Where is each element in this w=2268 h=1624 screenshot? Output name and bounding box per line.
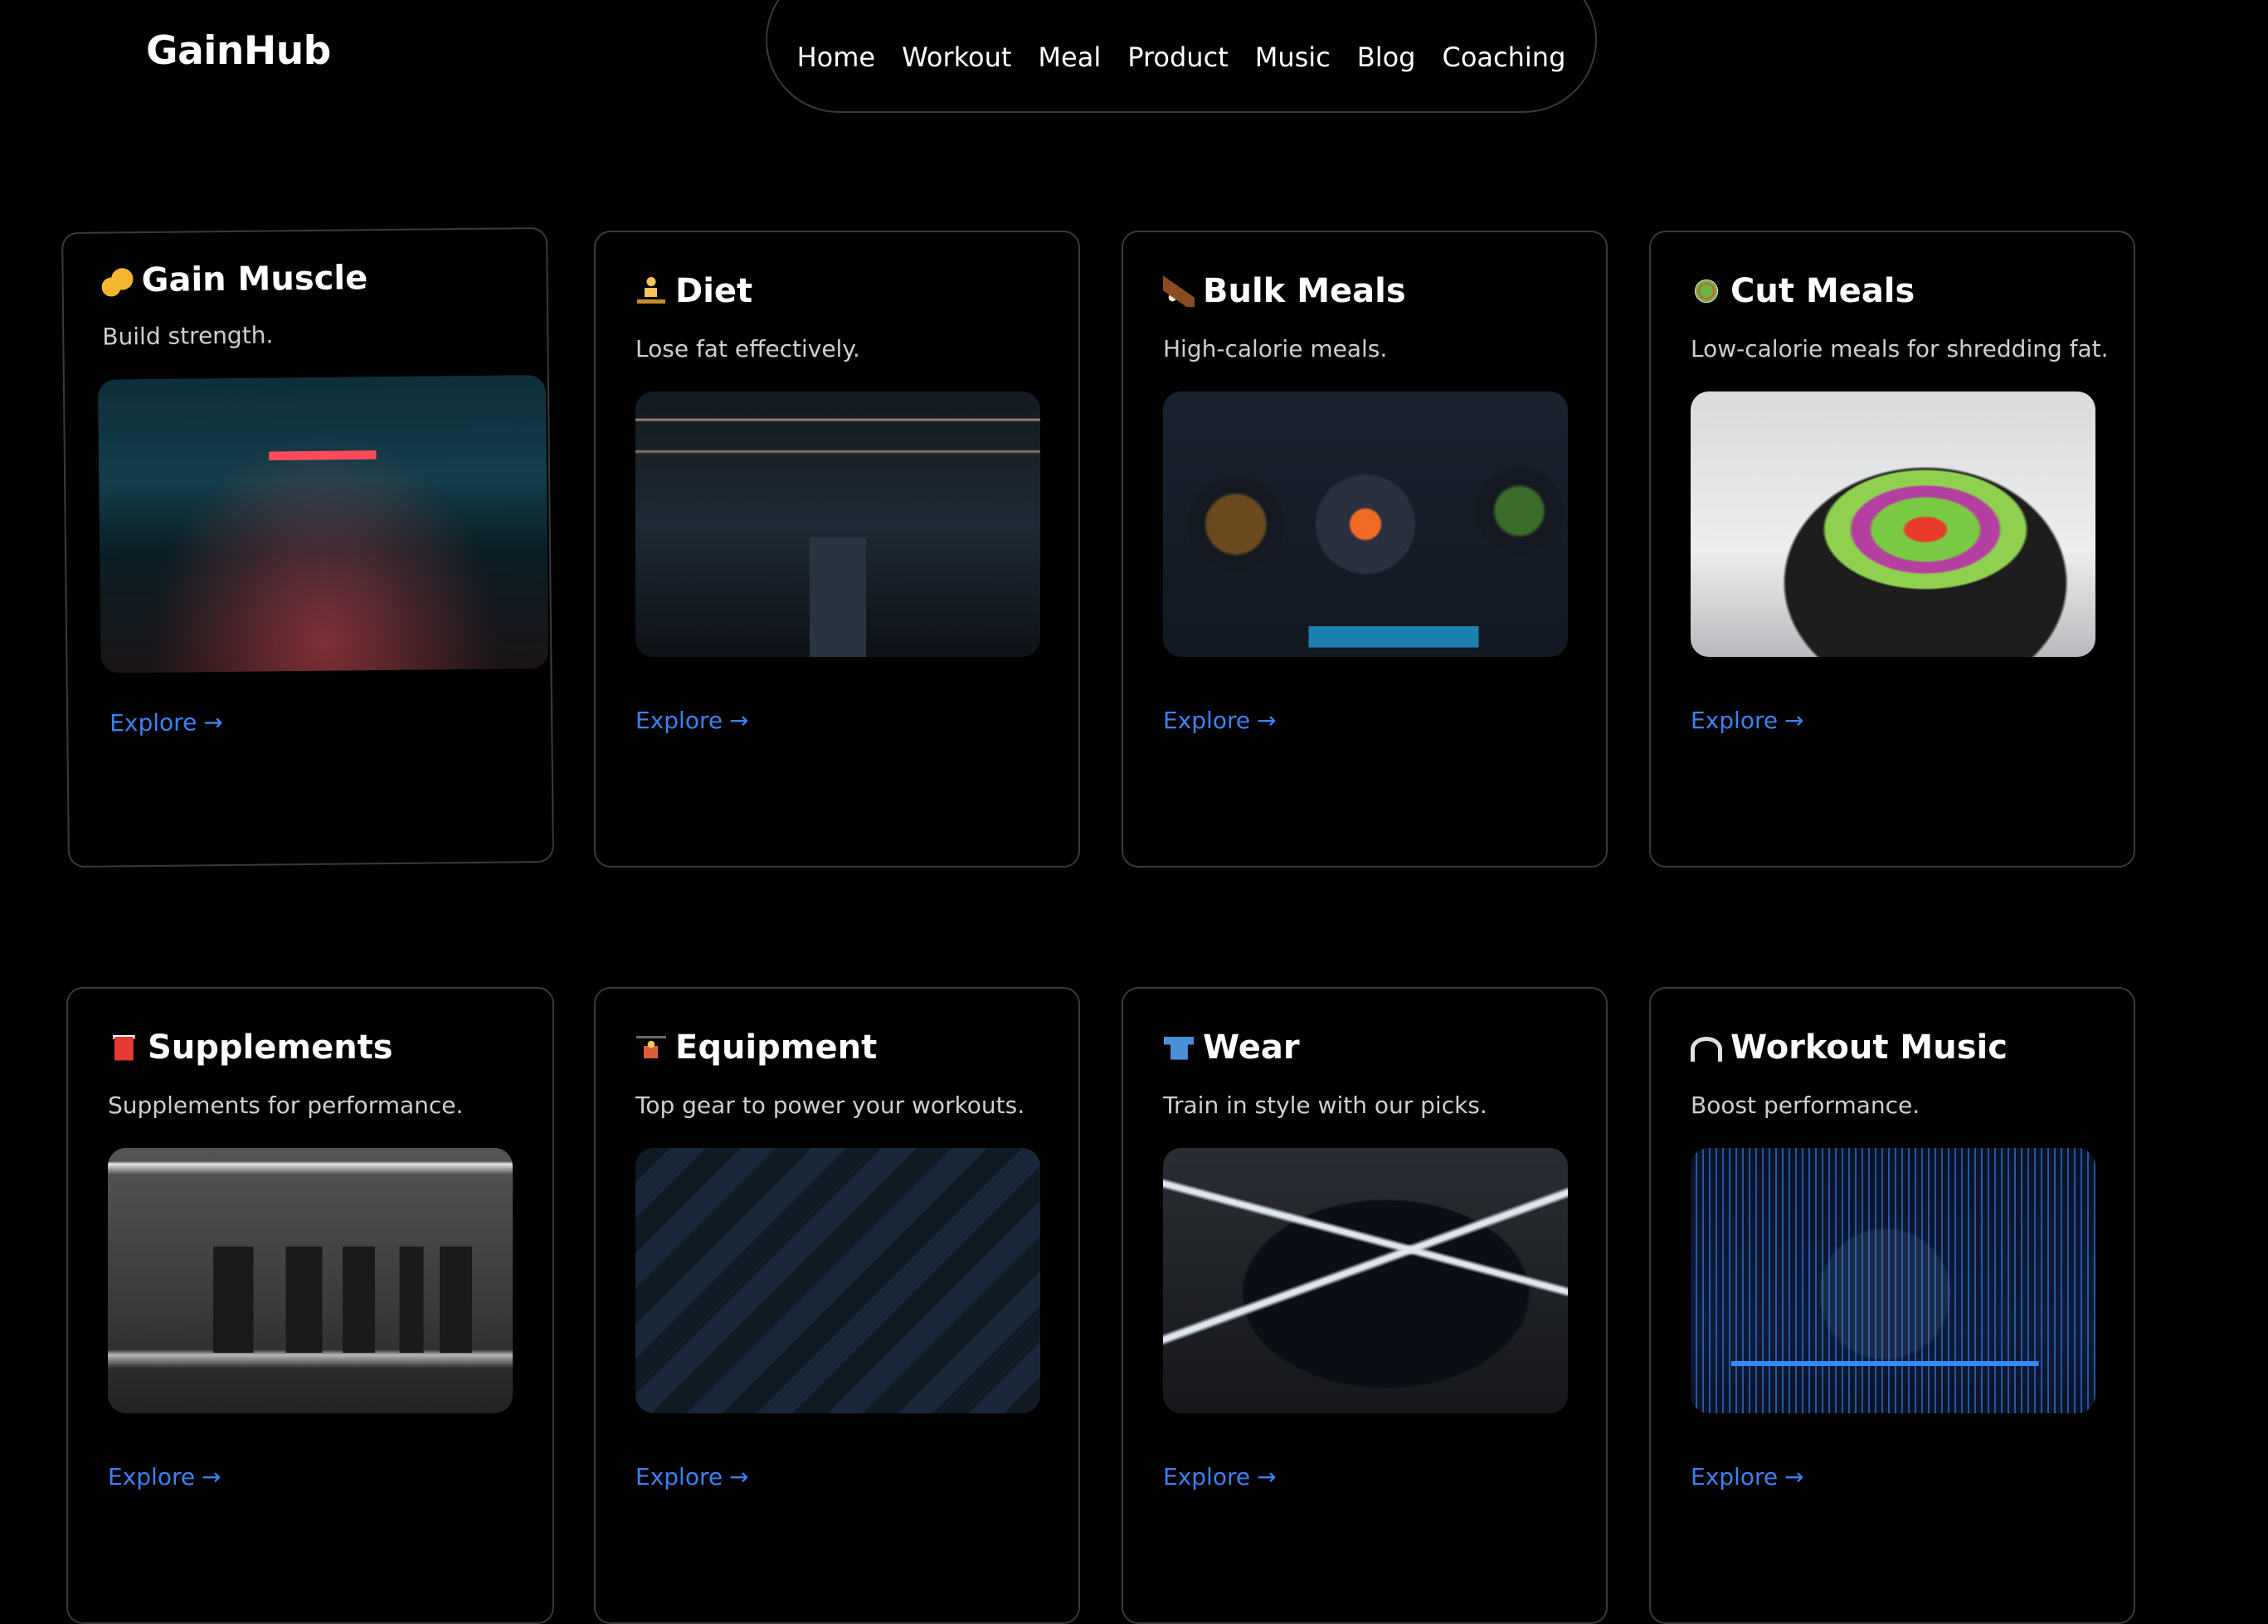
- card-description: Train in style with our picks.: [1163, 1092, 1487, 1119]
- card-title-text: Supplements: [148, 1028, 393, 1067]
- card-title-text: Workout Music: [1730, 1028, 2008, 1067]
- arrow-right-icon: →: [1257, 1463, 1277, 1490]
- explore-link[interactable]: Explore →: [1691, 1463, 1804, 1490]
- card-title-text: Gain Muscle: [141, 259, 368, 300]
- card-gain-muscle[interactable]: Gain Muscle Build strength. Explore →: [61, 226, 554, 868]
- explore-link[interactable]: Explore →: [108, 1463, 221, 1490]
- card-description: Supplements for performance.: [108, 1092, 464, 1119]
- card-workout-music[interactable]: Workout Music Boost performance. Explore…: [1649, 987, 2135, 1624]
- salad-icon: [1691, 275, 1722, 307]
- flexed-biceps-icon: [101, 265, 134, 297]
- card-title-text: Equipment: [675, 1028, 878, 1067]
- salad-bowl-image: [1691, 391, 2095, 657]
- card-title-text: Bulk Meals: [1203, 272, 1406, 310]
- card-title: Bulk Meals: [1163, 272, 1406, 310]
- nav-item-product[interactable]: Product: [1114, 41, 1242, 73]
- gym-gear-image: [635, 1148, 1040, 1413]
- nav-item-meal[interactable]: Meal: [1024, 41, 1114, 73]
- explore-link[interactable]: Explore →: [110, 708, 223, 737]
- card-title: Wear: [1163, 1028, 1300, 1067]
- explore-link-label: Explore: [108, 1463, 196, 1490]
- weightlifter-icon: [635, 1032, 667, 1063]
- card-description: Low-calorie meals for shredding fat.: [1691, 335, 2109, 362]
- arrow-right-icon: →: [729, 707, 749, 734]
- explore-link-label: Explore: [110, 708, 197, 737]
- page: GainHub Home Workout Meal Product Music …: [0, 0, 2268, 1624]
- arrow-right-icon: →: [729, 1463, 749, 1490]
- card-supplements[interactable]: Supplements Supplements for performance.…: [66, 987, 554, 1624]
- meditation-icon: [635, 275, 667, 307]
- main-nav: Home Workout Meal Product Music Blog Coa…: [766, 0, 1597, 113]
- card-title: Diet: [635, 272, 752, 310]
- explore-link[interactable]: Explore →: [1163, 707, 1277, 734]
- gym-corridor-image: [635, 391, 1040, 657]
- card-wear[interactable]: Wear Train in style with our picks. Expl…: [1122, 987, 1608, 1624]
- explore-link-label: Explore: [1691, 707, 1779, 734]
- card-title: Cut Meals: [1691, 272, 1915, 310]
- explore-link-label: Explore: [1691, 1463, 1779, 1490]
- t-shirt-icon: [1163, 1032, 1195, 1063]
- explore-link[interactable]: Explore →: [635, 1463, 749, 1490]
- headphones-icon: [1691, 1037, 1722, 1062]
- card-description: Boost performance.: [1691, 1092, 1920, 1119]
- explore-link-label: Explore: [1163, 707, 1251, 734]
- explore-link-label: Explore: [635, 707, 723, 734]
- sportswear-image: [1163, 1148, 1568, 1413]
- card-equipment[interactable]: Equipment Top gear to power your workout…: [594, 987, 1080, 1624]
- card-title: Gain Muscle: [101, 259, 367, 299]
- explore-link[interactable]: Explore →: [1691, 707, 1804, 734]
- card-title: Equipment: [635, 1028, 877, 1067]
- arrow-right-icon: →: [1257, 707, 1277, 734]
- nav-item-coaching[interactable]: Coaching: [1428, 41, 1579, 73]
- arrow-right-icon: →: [1784, 1463, 1804, 1490]
- nav-item-workout[interactable]: Workout: [888, 41, 1024, 73]
- card-description: Lose fat effectively.: [635, 335, 860, 362]
- nav-item-blog[interactable]: Blog: [1344, 41, 1429, 73]
- headphones-image: [1691, 1148, 2095, 1413]
- arrow-right-icon: →: [1784, 707, 1804, 734]
- card-description: Build strength.: [102, 321, 274, 351]
- card-title-text: Cut Meals: [1730, 272, 1915, 310]
- cup-icon: [108, 1032, 139, 1063]
- card-cut-meals[interactable]: Cut Meals Low-calorie meals for shreddin…: [1649, 231, 2135, 868]
- brand-logo[interactable]: GainHub: [146, 28, 331, 74]
- explore-link[interactable]: Explore →: [635, 707, 749, 734]
- nav-item-home[interactable]: Home: [784, 41, 889, 73]
- supplement-shelf-image: [108, 1148, 513, 1413]
- card-title: Workout Music: [1691, 1028, 2008, 1067]
- card-description: Top gear to power your workouts.: [635, 1092, 1025, 1119]
- card-diet[interactable]: Diet Lose fat effectively. Explore →: [594, 231, 1080, 868]
- explore-link-label: Explore: [1163, 1463, 1251, 1490]
- card-title-text: Wear: [1203, 1028, 1300, 1067]
- card-title: Supplements: [108, 1028, 393, 1067]
- poultry-leg-icon: [1163, 275, 1195, 307]
- arrow-right-icon: →: [203, 708, 223, 737]
- arrow-right-icon: →: [202, 1463, 221, 1490]
- nav-item-music[interactable]: Music: [1242, 41, 1344, 73]
- dark-gym-neon-image: [97, 374, 549, 673]
- explore-link[interactable]: Explore →: [1163, 1463, 1277, 1490]
- explore-link-label: Explore: [635, 1463, 723, 1490]
- card-description: High-calorie meals.: [1163, 335, 1388, 362]
- meal-table-image: [1163, 391, 1568, 657]
- card-title-text: Diet: [675, 272, 753, 310]
- card-bulk-meals[interactable]: Bulk Meals High-calorie meals. Explore →: [1122, 231, 1608, 868]
